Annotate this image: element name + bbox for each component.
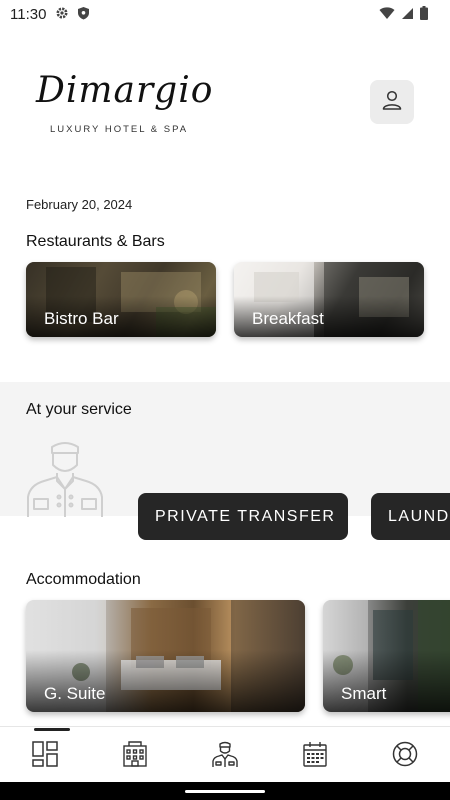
building-icon: [121, 740, 149, 773]
logo-tagline: LUXURY HOTEL & SPA: [50, 124, 189, 135]
card-label: Breakfast: [252, 309, 324, 328]
restaurants-section-title: Restaurants & Bars: [26, 233, 165, 250]
wifi-icon: [379, 6, 395, 25]
current-date: February 20, 2024: [26, 197, 133, 212]
concierge-illustration-icon: [24, 437, 106, 522]
service-laundry-button[interactable]: LAUND: [371, 493, 450, 540]
nav-calendar[interactable]: [299, 740, 331, 772]
nav-concierge[interactable]: [209, 740, 241, 772]
calendar-icon: [301, 740, 329, 773]
nav-dashboard[interactable]: [29, 740, 61, 772]
system-gesture-bar: [0, 782, 450, 800]
card-label: G. Suite: [44, 684, 106, 703]
accommodation-card-smart[interactable]: Smart: [323, 600, 450, 712]
concierge-icon: [211, 740, 239, 773]
settings-gear-icon: [55, 6, 69, 25]
status-bar: 11:30: [0, 0, 450, 28]
service-label: LAUND: [388, 507, 450, 525]
card-label: Bistro Bar: [44, 309, 119, 328]
bottom-navigation: [0, 730, 450, 782]
battery-icon: [420, 6, 428, 25]
user-icon: [380, 88, 404, 117]
restaurant-card-bistro-bar[interactable]: Bistro Bar: [26, 262, 216, 337]
card-label: Smart: [341, 684, 387, 703]
shield-icon: [77, 6, 90, 25]
dashboard-icon: [31, 740, 59, 773]
profile-button[interactable]: [370, 80, 414, 124]
cellular-signal-icon: [401, 7, 414, 25]
home-gesture-handle[interactable]: [185, 790, 265, 793]
service-section-title: At your service: [26, 401, 132, 418]
restaurant-card-breakfast[interactable]: Breakfast: [234, 262, 424, 337]
service-label: PRIVATE TRANSFER: [155, 507, 336, 525]
hotel-logo: Dimargio LUXURY HOTEL & SPA: [36, 70, 212, 140]
status-time: 11:30: [10, 6, 47, 23]
service-private-transfer-button[interactable]: PRIVATE TRANSFER: [138, 493, 348, 540]
lifebuoy-icon: [391, 740, 419, 773]
nav-help[interactable]: [389, 740, 421, 772]
accommodation-card-g-suite[interactable]: G. Suite: [26, 600, 305, 712]
nav-hotel[interactable]: [119, 740, 151, 772]
accommodation-section-title: Accommodation: [26, 571, 141, 588]
logo-script-name: Dimargio: [36, 70, 214, 111]
